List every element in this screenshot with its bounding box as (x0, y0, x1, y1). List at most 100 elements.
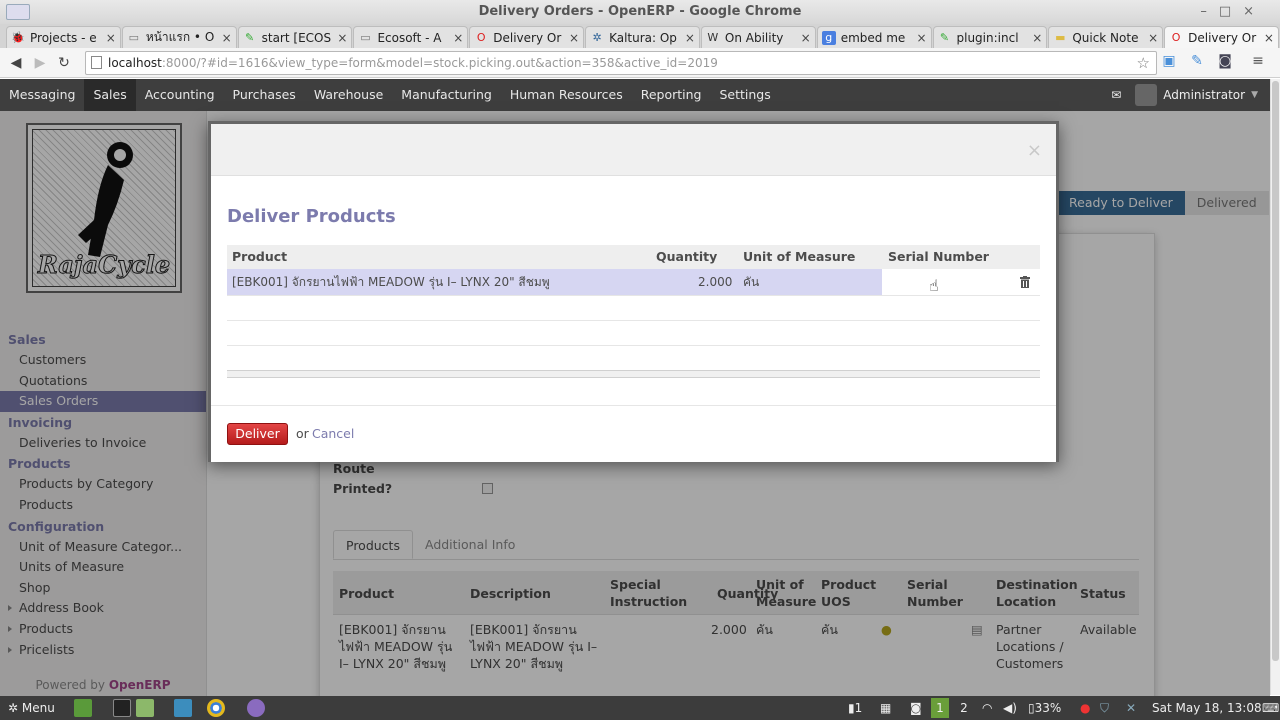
menu-purchases[interactable]: Purchases (224, 79, 305, 111)
col-serial[interactable]: Serial Number (888, 245, 989, 269)
page-scrollbar[interactable] (1270, 79, 1280, 695)
file-manager-icon[interactable] (136, 699, 154, 717)
close-tab-icon[interactable]: × (685, 31, 695, 45)
camera-icon[interactable]: ◙ (910, 696, 922, 720)
close-tab-icon[interactable]: × (1264, 31, 1274, 45)
app-icon[interactable] (247, 699, 265, 717)
menu-manufacturing[interactable]: Manufacturing (392, 79, 501, 111)
reload-icon[interactable]: ↻ (52, 55, 76, 71)
battery-indicator[interactable]: ▯33% (1028, 696, 1061, 720)
kaltura-icon: ✲ (592, 31, 602, 44)
window-titlebar: Delivery Orders - OpenERP - Google Chrom… (0, 0, 1280, 24)
google-icon: g (821, 30, 836, 45)
chrome-icon[interactable] (207, 699, 225, 717)
network-icon[interactable]: ✕ (1126, 696, 1136, 720)
tab-title: Kaltura: Op (609, 30, 677, 45)
window-icon (6, 4, 30, 20)
close-tab-icon[interactable]: × (453, 31, 463, 45)
browser-tab[interactable]: O Delivery Or × (469, 26, 585, 48)
browser-tab[interactable]: ▭ Ecosoft - A × (353, 26, 469, 48)
close-tab-icon[interactable]: × (916, 31, 926, 45)
opera-icon: O (1171, 31, 1181, 44)
close-icon[interactable]: × (1027, 140, 1042, 161)
camera-icon[interactable]: ◙ (1216, 53, 1234, 71)
menu-accounting[interactable]: Accounting (136, 79, 224, 111)
shield-icon[interactable]: ⛉ (1100, 696, 1109, 720)
clock[interactable]: Sat May 18, 13:08 (1152, 696, 1262, 720)
browser-tab[interactable]: ▭ หน้าแรก • O × (121, 26, 237, 48)
trash-icon[interactable] (1020, 276, 1030, 288)
extension-icon[interactable]: ✎ (1188, 53, 1206, 71)
dialog-title: Deliver Products (227, 206, 396, 227)
close-tab-icon[interactable]: × (1148, 31, 1158, 45)
menu-sales[interactable]: Sales (84, 79, 136, 111)
browser-tab[interactable]: ✎ plugin:incl × (932, 26, 1048, 48)
browser-tab[interactable]: 🐞 Projects - e × (6, 26, 121, 48)
close-tab-icon[interactable]: × (337, 31, 347, 45)
window-controls[interactable]: –□× (1200, 0, 1266, 24)
back-icon[interactable]: ◀ (4, 55, 28, 71)
edit-icon: ✎ (939, 31, 950, 44)
menu-messaging[interactable]: Messaging (0, 79, 84, 111)
page-icon: ▭ (360, 31, 371, 44)
tab-title: start [ECOS (261, 30, 332, 45)
extension-icon[interactable]: ▣ (1160, 53, 1178, 71)
wifi-icon[interactable]: ◠ (982, 696, 992, 720)
menu-icon[interactable]: ≡ (1249, 53, 1267, 71)
browser-tab[interactable]: ✎ start [ECOS × (237, 26, 353, 48)
tab-title: plugin:incl (956, 30, 1019, 45)
close-tab-icon[interactable]: × (569, 31, 579, 45)
menu-human-resources[interactable]: Human Resources (501, 79, 632, 111)
col-product[interactable]: Product (232, 245, 287, 269)
cell-serial-number[interactable] (882, 269, 1017, 295)
close-tab-icon[interactable]: × (222, 31, 232, 45)
horizontal-scrollbar[interactable] (227, 370, 1040, 378)
flag-icon[interactable]: ▦ (880, 696, 891, 720)
record-icon[interactable]: ● (1080, 696, 1090, 720)
bookmark-star-icon[interactable]: ☆ (1137, 52, 1150, 74)
menu-reporting[interactable]: Reporting (632, 79, 711, 111)
browser-tab[interactable]: O Delivery Or × (1164, 26, 1279, 48)
user-name[interactable]: Administrator (1163, 88, 1245, 102)
chevron-down-icon[interactable]: ▼ (1251, 90, 1258, 100)
address-bar[interactable]: localhost:8000/?#id=1616&view_type=form&… (85, 51, 1157, 75)
url-host: localhost (108, 56, 162, 70)
deliver-button[interactable]: Deliver (227, 423, 288, 445)
cancel-link[interactable]: Cancel (312, 426, 354, 441)
col-quantity[interactable]: Quantity (656, 245, 717, 269)
chart-app-icon[interactable] (174, 699, 192, 717)
notification-icon[interactable]: ▮1 (848, 696, 862, 720)
col-uom[interactable]: Unit of Measure (743, 245, 855, 269)
tab-title: Projects - e (30, 30, 97, 45)
cell-uom[interactable]: คัน (743, 269, 759, 295)
browser-tab[interactable]: ✲ Kaltura: Op × (585, 26, 700, 48)
terminal-icon[interactable] (113, 699, 131, 717)
close-tab-icon[interactable]: × (801, 31, 811, 45)
browser-tab[interactable]: ▬ Quick Note × (1048, 26, 1164, 48)
close-tab-icon[interactable]: × (1032, 31, 1042, 45)
tab-title: Quick Note (1072, 30, 1139, 45)
menu-settings[interactable]: Settings (710, 79, 779, 111)
desktop-icon[interactable] (74, 699, 92, 717)
window-title: Delivery Orders - OpenERP - Google Chrom… (478, 4, 802, 19)
menu-warehouse[interactable]: Warehouse (305, 79, 392, 111)
opera-icon: O (476, 31, 486, 44)
workspace-1[interactable]: 1 (931, 698, 949, 718)
cell-quantity[interactable]: 2.000 (698, 269, 732, 295)
browser-tab[interactable]: W On Ability × (700, 26, 816, 48)
workspace-2[interactable]: 2 (955, 698, 973, 718)
user-menu[interactable]: ✉ Administrator ▼ (1111, 79, 1258, 111)
keyboard-icon[interactable]: ⌨ (1262, 696, 1279, 720)
tab-title: On Ability (724, 30, 784, 45)
tab-title: Delivery Or (493, 30, 562, 45)
cell-product[interactable]: [EBK001] จักรยานไฟฟ้า MEADOW รุ่น I– LYN… (232, 269, 550, 295)
volume-icon[interactable]: ◀) (1003, 696, 1017, 720)
mail-icon[interactable]: ✉ (1111, 88, 1121, 102)
forward-icon[interactable]: ▶ (28, 55, 52, 71)
note-icon: ▬ (1055, 31, 1066, 44)
tab-title: Ecosoft - A (377, 30, 442, 45)
start-menu-button[interactable]: ✲ Menu (8, 696, 55, 720)
close-tab-icon[interactable]: × (106, 31, 116, 45)
browser-tab[interactable]: g embed me × (816, 26, 932, 48)
or-text: or (296, 426, 309, 441)
